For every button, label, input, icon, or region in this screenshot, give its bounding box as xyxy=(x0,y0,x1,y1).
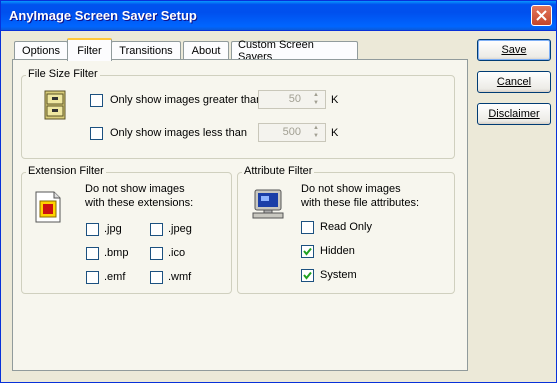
ext-ico-checkbox[interactable] xyxy=(150,247,163,260)
less-than-unit: K xyxy=(331,127,339,139)
window-title: AnyImage Screen Saver Setup xyxy=(9,8,197,23)
spin-up-icon[interactable]: ▲ xyxy=(308,125,324,132)
cancel-button[interactable]: Cancel xyxy=(477,71,551,93)
tab-custom-screen-savers[interactable]: Custom Screen Savers xyxy=(231,39,358,63)
attr-hidden-label: Hidden xyxy=(320,245,355,257)
setup-dialog: AnyImage Screen Saver Setup Options Filt… xyxy=(0,0,557,383)
tab-about[interactable]: About xyxy=(183,41,229,60)
save-label: Save xyxy=(501,44,527,56)
greater-than-spinner[interactable]: 50 ▲ ▼ xyxy=(258,90,326,109)
attr-read-only-label: Read Only xyxy=(320,221,372,233)
tab-options[interactable]: Options xyxy=(14,41,68,60)
ext-ico-label: .ico xyxy=(168,247,186,259)
greater-than-value: 50 xyxy=(288,93,301,105)
greater-than-unit: K xyxy=(331,94,339,106)
cancel-label: Cancel xyxy=(496,76,532,88)
close-icon xyxy=(536,10,547,21)
checkmark-icon xyxy=(303,247,312,256)
group-title: File Size Filter xyxy=(26,68,100,80)
spinner-arrows[interactable]: ▲ ▼ xyxy=(308,125,324,140)
attribute-desc-line2: with these file attributes: xyxy=(301,197,420,209)
tab-filter[interactable]: Filter xyxy=(67,38,112,61)
save-button[interactable]: Save xyxy=(477,39,551,61)
tab-label: About xyxy=(191,45,221,57)
ext-bmp-label: .bmp xyxy=(104,247,129,259)
less-than-spinner[interactable]: 500 ▲ ▼ xyxy=(258,123,326,142)
attr-system-label: System xyxy=(320,269,357,281)
close-button[interactable] xyxy=(531,5,552,26)
file-size-filter-group: File Size Filter Only show images greate… xyxy=(21,68,455,159)
attr-hidden-checkbox[interactable] xyxy=(301,245,314,258)
group-title: Extension Filter xyxy=(26,165,106,177)
file-cabinet-icon xyxy=(44,90,66,120)
checkmark-icon xyxy=(303,271,312,280)
ext-bmp-checkbox[interactable] xyxy=(86,247,99,260)
spin-down-icon[interactable]: ▼ xyxy=(308,100,324,107)
extension-desc-line2: with these extensions: xyxy=(85,197,194,209)
group-title: Attribute Filter xyxy=(242,165,315,177)
ext-wmf-label: .wmf xyxy=(168,271,192,283)
ext-jpeg-checkbox[interactable] xyxy=(150,223,163,236)
ext-jpg-checkbox[interactable] xyxy=(86,223,99,236)
disclaimer-button[interactable]: Disclaimer xyxy=(477,103,551,125)
ext-emf-checkbox[interactable] xyxy=(86,271,99,284)
extension-filter-group: Extension Filter Do not show images with… xyxy=(21,165,232,294)
less-than-value: 500 xyxy=(282,126,301,138)
less-than-checkbox[interactable] xyxy=(90,127,103,140)
greater-than-checkbox[interactable] xyxy=(90,94,103,107)
spinner-arrows[interactable]: ▲ ▼ xyxy=(308,92,324,107)
title-bar[interactable]: AnyImage Screen Saver Setup xyxy=(1,1,556,31)
attribute-desc-line1: Do not show images xyxy=(301,183,401,195)
image-document-icon xyxy=(35,191,61,223)
ext-jpg-label: .jpg xyxy=(104,223,122,235)
attr-read-only-checkbox[interactable] xyxy=(301,221,314,234)
disclaimer-label: Disclaimer xyxy=(488,108,540,120)
tab-transitions[interactable]: Transitions xyxy=(111,41,181,60)
tab-label: Transitions xyxy=(119,45,173,57)
greater-than-label: Only show images greater than xyxy=(110,94,263,106)
attribute-filter-group: Attribute Filter Do not show images with… xyxy=(237,165,455,294)
extension-desc-line1: Do not show images xyxy=(85,183,185,195)
attr-system-checkbox[interactable] xyxy=(301,269,314,282)
spin-down-icon[interactable]: ▼ xyxy=(308,133,324,140)
tab-label: Filter xyxy=(77,44,102,57)
ext-jpeg-label: .jpeg xyxy=(168,223,192,235)
filter-panel: File Size Filter Only show images greate… xyxy=(12,59,468,371)
computer-icon xyxy=(252,189,284,219)
ext-emf-label: .emf xyxy=(104,271,126,283)
spin-up-icon[interactable]: ▲ xyxy=(308,92,324,99)
less-than-label: Only show images less than xyxy=(110,127,247,139)
tab-label: Options xyxy=(22,45,60,57)
ext-wmf-checkbox[interactable] xyxy=(150,271,163,284)
